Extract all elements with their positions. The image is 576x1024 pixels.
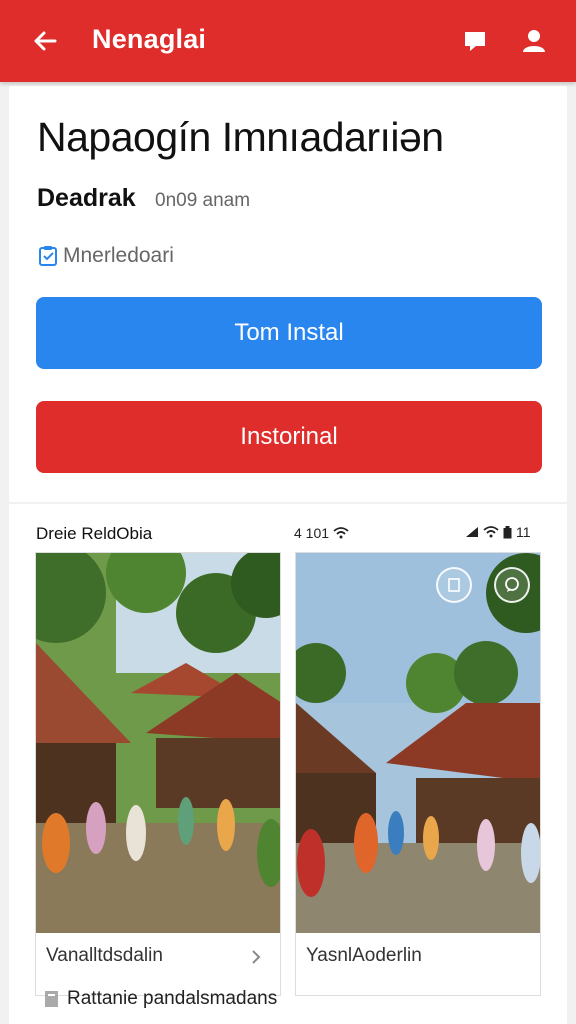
status-battery-text: 11 [516, 524, 531, 540]
developer-name[interactable]: Deadrak [37, 184, 136, 213]
back-button[interactable] [28, 24, 62, 58]
screenshot-image [36, 553, 280, 933]
arrow-left-icon [34, 31, 57, 51]
user-icon [523, 30, 545, 52]
chevron-right-icon[interactable] [248, 949, 264, 965]
wifi-icon [333, 527, 349, 539]
screenshot-card[interactable]: Vanalltdsdalin [35, 552, 281, 996]
status-bar-mid: 4 101 [294, 525, 349, 541]
secondary-action-button[interactable]: Instorinal [36, 401, 542, 473]
bookmark-overlay-button[interactable] [436, 567, 472, 603]
screenshots-section: Dreie ReldObia 4 101 11 Vanalltdsdalin Y… [9, 504, 567, 1024]
screenshots-heading: Dreie ReldObia [36, 524, 153, 543]
chat-button[interactable] [458, 24, 492, 58]
screenshot-caption: YasnlAoderlin [306, 945, 422, 966]
footer-label-row: Rattanie pandalsmadans [43, 988, 277, 1010]
app-bar: Nenaglai [0, 0, 576, 82]
category-label[interactable]: Mnerledoari [63, 244, 174, 268]
screenshot-image [296, 553, 540, 933]
footer-label: Rattanie pandalsmadans [67, 988, 278, 1009]
chat-bubble-icon [465, 32, 485, 51]
screenshot-card[interactable]: YasnlAoderlin [295, 552, 541, 996]
clipboard-icon [39, 246, 57, 266]
screenshot-caption: Vanalltdsdalin [46, 945, 163, 966]
signal-icon [466, 527, 478, 537]
bookmark-icon [448, 578, 460, 592]
app-name: Napaogín Imnıadarıiən [37, 114, 444, 160]
battery-icon [503, 525, 512, 538]
chat-overlay-button[interactable] [494, 567, 530, 603]
status-bar-right: 11 [465, 524, 531, 540]
wifi-icon [483, 526, 499, 538]
install-button[interactable]: Tom Instal [36, 297, 542, 369]
app-bar-title: Nenaglai [92, 24, 207, 54]
profile-button[interactable] [517, 24, 551, 58]
status-time: 4 101 [294, 525, 330, 541]
document-icon [45, 991, 58, 1007]
category-row: Mnerledoari [37, 244, 174, 268]
app-info-card: Napaogín Imnıadarıiən Deadrak 0n09 anam … [9, 86, 567, 502]
app-meta: 0n09 anam [155, 190, 251, 211]
chat-bubble-icon [505, 577, 519, 592]
